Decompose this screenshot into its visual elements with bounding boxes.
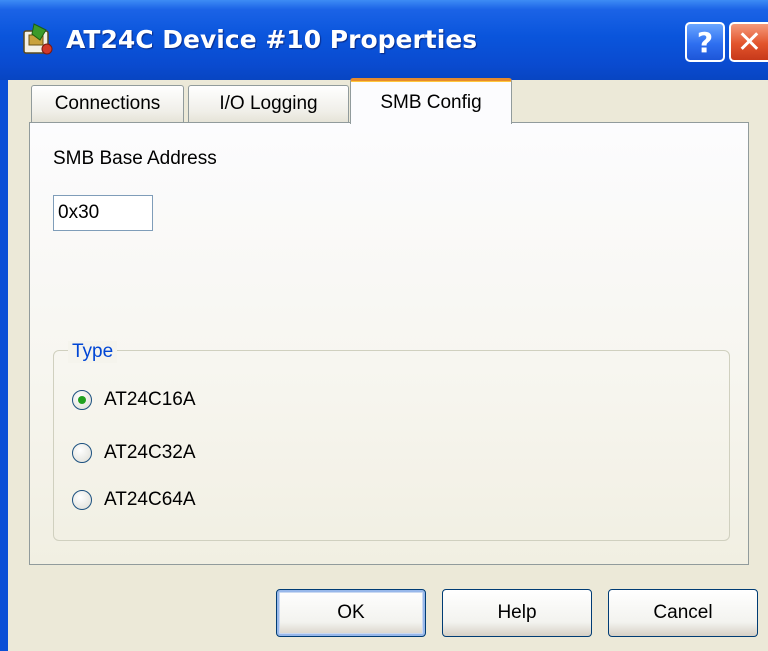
smb-base-address-input[interactable] <box>53 195 153 231</box>
radio-selected-icon[interactable] <box>72 390 92 410</box>
help-button[interactable]: Help <box>442 589 592 637</box>
type-group-legend: Type <box>68 341 118 363</box>
radio-at24c32a[interactable]: AT24C32A <box>72 439 196 467</box>
help-icon[interactable]: ? <box>685 22 725 62</box>
window-title: AT24C Device #10 Properties <box>66 25 478 54</box>
radio-unselected-icon[interactable] <box>72 443 92 463</box>
radio-label: AT24C64A <box>104 489 196 510</box>
tab-io-logging[interactable]: I/O Logging <box>188 85 349 122</box>
radio-label: AT24C16A <box>104 389 196 410</box>
radio-label: AT24C32A <box>104 442 196 463</box>
radio-at24c16a[interactable]: AT24C16A <box>72 386 196 414</box>
tab-connections[interactable]: Connections <box>31 85 184 122</box>
cancel-button[interactable]: Cancel <box>608 589 758 637</box>
device-properties-icon <box>23 23 53 55</box>
radio-unselected-icon[interactable] <box>72 490 92 510</box>
properties-dialog: AT24C Device #10 Properties ? ✕ Connecti… <box>0 0 768 651</box>
ok-button[interactable]: OK <box>276 589 426 637</box>
radio-at24c64a[interactable]: AT24C64A <box>72 486 196 514</box>
smb-base-address-label: SMB Base Address <box>53 148 217 169</box>
tab-smb-config[interactable]: SMB Config <box>350 78 512 124</box>
title-bar[interactable]: AT24C Device #10 Properties ? ✕ <box>0 0 768 80</box>
close-icon[interactable]: ✕ <box>729 22 768 62</box>
